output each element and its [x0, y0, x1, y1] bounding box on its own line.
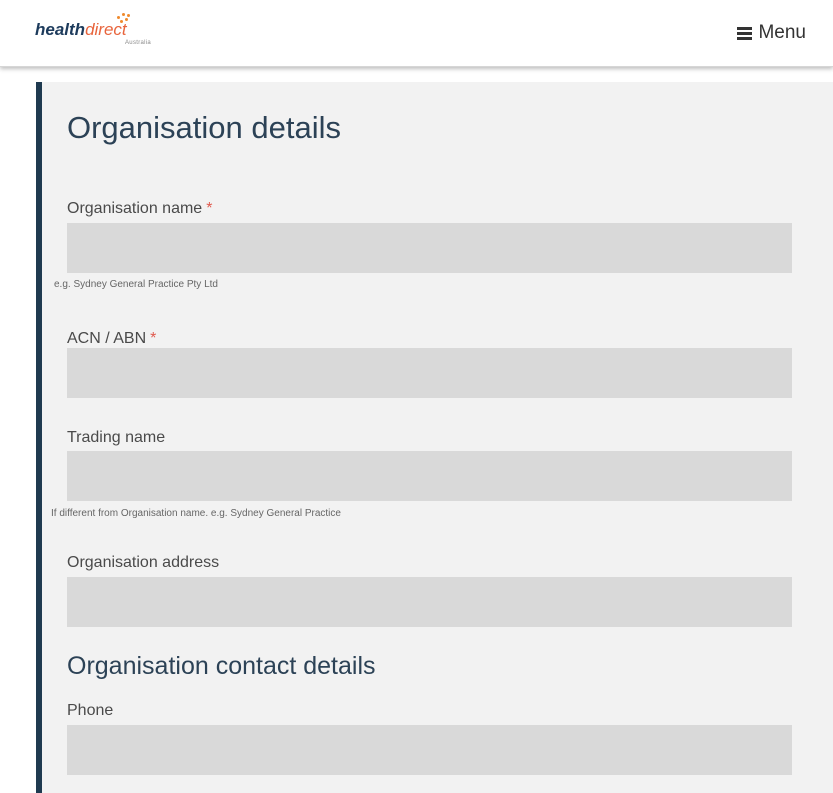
- logo-subtitle: Australia: [125, 40, 152, 46]
- menu-button[interactable]: Menu: [737, 22, 806, 44]
- organisation-address-input[interactable]: [67, 577, 792, 627]
- organisation-name-hint: e.g. Sydney General Practice Pty Ltd: [54, 279, 218, 290]
- form-panel: Organisation details Organisation name * …: [36, 82, 833, 793]
- healthdirect-logo[interactable]: healthdirect Australia: [35, 13, 151, 56]
- accent-bar: [36, 82, 42, 793]
- acn-abn-input[interactable]: [67, 348, 792, 398]
- phone-label: Phone: [67, 702, 114, 719]
- contact-section-title: Organisation contact details: [67, 652, 376, 680]
- required-marker: *: [206, 200, 213, 217]
- phone-input[interactable]: [67, 725, 792, 775]
- page-title: Organisation details: [67, 110, 341, 145]
- trading-name-input[interactable]: [67, 451, 792, 501]
- hamburger-icon: [737, 26, 753, 40]
- organisation-name-label: Organisation name *: [67, 200, 213, 217]
- acn-abn-label: ACN / ABN *: [67, 330, 157, 347]
- organisation-name-input[interactable]: [67, 223, 792, 273]
- trading-name-hint: If different from Organisation name. e.g…: [51, 508, 341, 519]
- site-header: healthdirect Australia Menu: [0, 0, 833, 67]
- logo-health-text: health: [35, 20, 86, 39]
- trading-name-label: Trading name: [67, 429, 166, 446]
- organisation-address-label: Organisation address: [67, 554, 220, 571]
- required-marker: *: [150, 330, 157, 347]
- menu-label: Menu: [758, 22, 806, 43]
